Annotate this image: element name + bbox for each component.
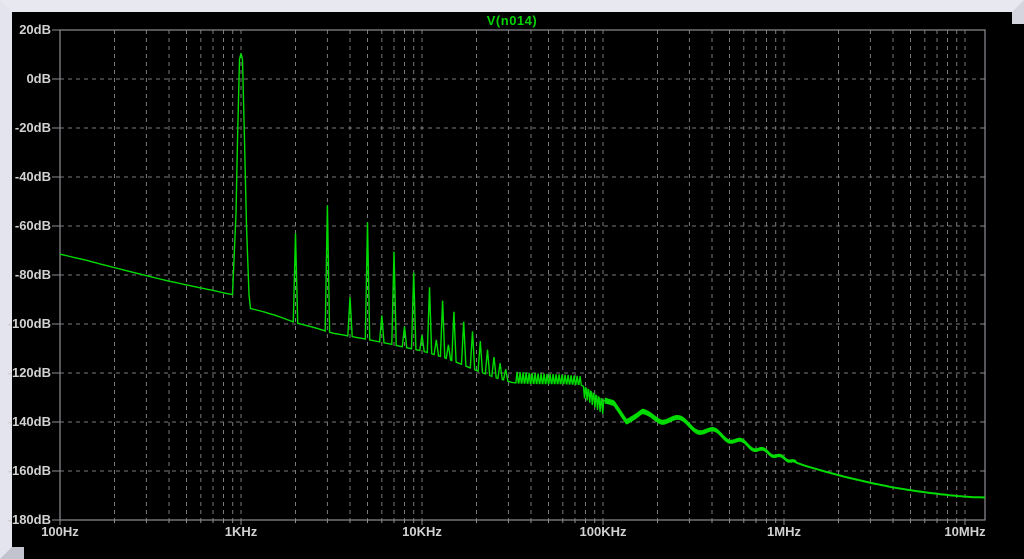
y-axis-label: -100dB: [0, 316, 51, 331]
y-axis-label: -140dB: [0, 414, 51, 429]
y-axis-label: -160dB: [0, 463, 51, 478]
y-axis-label: -20dB: [0, 120, 51, 135]
x-axis-label: 10KHz: [377, 524, 467, 539]
x-axis-label: 100KHz: [558, 524, 648, 539]
y-axis-label: -120dB: [0, 365, 51, 380]
y-axis-label: 0dB: [0, 71, 51, 86]
x-axis-label: 10MHz: [920, 524, 1010, 539]
x-axis-label: 100Hz: [15, 524, 105, 539]
y-axis-label: -60dB: [0, 218, 51, 233]
plot-area[interactable]: [0, 0, 1024, 559]
y-axis-label: 20dB: [0, 22, 51, 37]
y-axis-label: -40dB: [0, 169, 51, 184]
grid-lines: [60, 30, 985, 520]
y-axis-label: -80dB: [0, 267, 51, 282]
x-axis-label: 1MHz: [739, 524, 829, 539]
axis-ticks: [52, 30, 985, 525]
x-axis-label: 1KHz: [196, 524, 286, 539]
noise-ribbon: [605, 398, 796, 463]
